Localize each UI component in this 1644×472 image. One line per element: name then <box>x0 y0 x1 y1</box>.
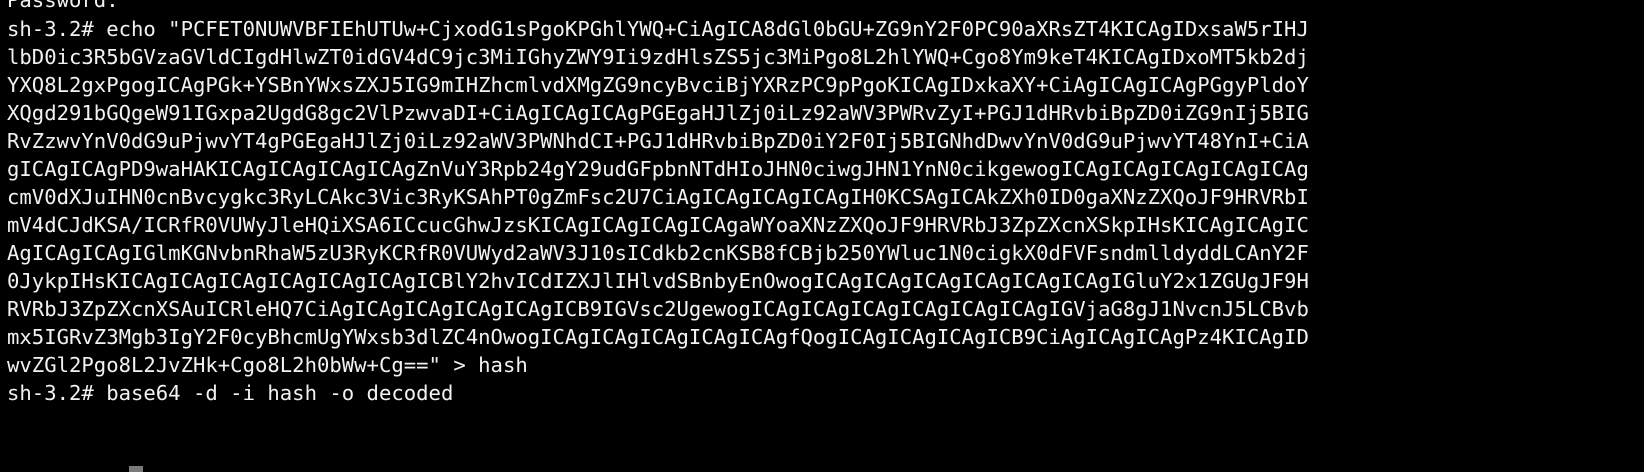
terminal-line-output: YXQ8L2gxPgogICAgPGk+YSBnYWxsZXJ5IG9mIHZh… <box>7 73 1309 97</box>
terminal-line-base64-command <box>7 406 1639 436</box>
terminal-line-output: XQgd291bGQgeW91IGxpa2UgdG8gc2VlPzwvaDI+C… <box>7 101 1309 125</box>
terminal-line-output: lbD0ic3R5bGVzaGVldCIgdHlwZT0idGV4dC9jc3M… <box>7 45 1309 69</box>
terminal-line-output: 0JykpIHsKICAgICAgICAgICAgICAgICAgICBlY2h… <box>7 269 1309 293</box>
terminal-line-output: RvZzwvYnV0dG9uPjwvYT4gPGEgaHJlZj0iLz92aW… <box>7 129 1309 153</box>
text-cursor <box>129 466 143 472</box>
terminal-line-output: mV4dCJdKSA/ICRfR0VUWyJleHQiXSA6ICcucGhwJ… <box>7 213 1309 237</box>
terminal-line-output: RVRbJ3ZpZXcnXSAuICRleHQ7CiAgICAgICAgICAg… <box>7 297 1309 321</box>
terminal-line-password-prompt: Password: <box>7 0 119 12</box>
terminal-line-output: wvZGl2Pgo8L2JvZHk+Cgo8L2h0bWw+Cg==" > ha… <box>7 353 528 377</box>
terminal-line-echo-command: sh-3.2# echo "PCFET0NUWVBFIEhUTUw+CjxodG… <box>7 17 1309 41</box>
terminal-window[interactable]: Password: sh-3.2# echo "PCFET0NUWVBFIEhU… <box>0 0 1644 472</box>
terminal-line-output: mx5IGRvZ3Mgb3IgY2F0cyBhcmUgYWxsb3dlZC4nO… <box>7 325 1309 349</box>
terminal-line-output: cmV0dXJuIHN0cnBvcygkc3RyLCAkc3Vic3RyKSAh… <box>7 185 1309 209</box>
terminal-line-echo-end: sh-3.2# base64 -d -i hash -o decoded <box>7 381 454 405</box>
terminal-line-output: AgICAgICAgIGlmKGNvbnRhaW5zU3RyKCRfR0VUWy… <box>7 241 1309 265</box>
terminal-line-output: gICAgICAgPD9waHAKICAgICAgICAgICAgZnVuY3R… <box>7 157 1309 181</box>
